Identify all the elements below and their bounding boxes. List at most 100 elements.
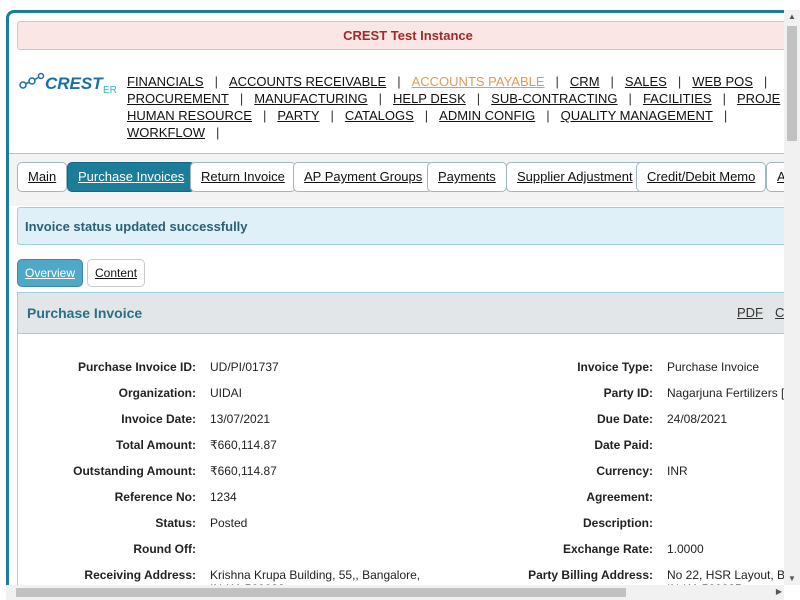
scroll-right-icon[interactable]: ▶: [776, 587, 782, 596]
menu-separator: |: [424, 108, 429, 123]
field-value: 1234: [210, 490, 237, 504]
tab-main[interactable]: Main: [17, 162, 68, 192]
instance-banner: CREST Test Instance: [17, 21, 799, 50]
menu-separator: |: [723, 108, 728, 123]
menu-separator: |: [239, 91, 244, 106]
menu-item-proje[interactable]: PROJE: [737, 91, 780, 106]
menu-item-procurement[interactable]: PROCUREMENT: [127, 91, 229, 106]
status-message: Invoice status updated successfully: [17, 207, 797, 245]
scroll-down-icon[interactable]: ▼: [788, 574, 796, 583]
field-label: Due Date:: [596, 412, 653, 426]
menu-item-human-resource[interactable]: HUMAN RESOURCE: [127, 108, 252, 123]
field-label: Party ID:: [603, 386, 653, 400]
tab-return-invoice[interactable]: Return Invoice: [190, 162, 296, 192]
menu-separator: |: [610, 74, 614, 89]
main-menu: FINANCIALS | ACCOUNTS RECEIVABLE | ACCOUNTS …: [127, 73, 800, 141]
field-label: Total Amount:: [116, 438, 196, 452]
menu-item-party[interactable]: PARTY: [277, 108, 319, 123]
tab-ap-payment-groups[interactable]: AP Payment Groups: [293, 162, 434, 192]
field-label: Status:: [155, 516, 196, 530]
menu-separator: |: [330, 108, 334, 123]
field-label: Purchase Invoice ID:: [77, 360, 196, 374]
menu-separator: |: [628, 91, 632, 106]
field-label: Currency:: [596, 464, 653, 478]
panel-title: Purchase Invoice: [27, 305, 143, 321]
horizontal-scroll-thumb[interactable]: [16, 588, 626, 597]
pdf-link[interactable]: PDF: [737, 293, 763, 333]
tab-payments[interactable]: Payments: [427, 162, 507, 192]
menu-item-accounts-receivable[interactable]: ACCOUNTS RECEIVABLE: [229, 74, 386, 89]
field-value: 24/08/2021: [667, 412, 728, 426]
tab-purchase-invoices[interactable]: Purchase Invoices: [67, 162, 196, 192]
menu-separator: |: [546, 108, 550, 123]
field-value: Posted: [210, 516, 248, 530]
field-label: Round Off:: [133, 542, 196, 556]
purchase-invoice-panel: Purchase Invoice PDF C Purchase Invoice …: [17, 292, 800, 588]
field-label: Reference No:: [114, 490, 196, 504]
menu-item-sales[interactable]: SALES: [625, 74, 667, 89]
field-value: INR: [667, 464, 688, 478]
crest-logo[interactable]: CREST ER: [19, 70, 119, 96]
vertical-scroll-thumb[interactable]: [787, 26, 797, 141]
field-value: ₹660,114.87: [210, 464, 277, 478]
menu-item-workflow[interactable]: WORKFLOW: [127, 125, 205, 140]
menu-item-catalogs[interactable]: CATALOGS: [345, 108, 414, 123]
menu-item-accounts-payable[interactable]: ACCOUNTS PAYABLE: [412, 74, 545, 89]
field-label: Organization:: [118, 386, 196, 400]
field-label: Receiving Address:: [84, 568, 196, 582]
field-label: Party Billing Address:: [528, 568, 653, 582]
tab-credit-debit-memo[interactable]: Credit/Debit Memo: [636, 162, 767, 192]
scroll-up-icon[interactable]: ▲: [788, 12, 796, 21]
field-label: Outstanding Amount:: [73, 464, 196, 478]
field-label: Agreement:: [586, 490, 653, 504]
svg-text:ER: ER: [103, 85, 117, 96]
menu-item-help-desk[interactable]: HELP DESK: [393, 91, 466, 106]
field-value: Purchase Invoice: [667, 360, 760, 374]
field-value: No 22, HSR Layout, B: [667, 568, 786, 582]
field-value: 1.0000: [667, 542, 704, 556]
menu-row: WORKFLOW |: [127, 124, 800, 141]
menu-separator: |: [378, 91, 383, 106]
menu-separator: |: [262, 108, 267, 123]
logo-mark-icon: CREST ER: [19, 72, 117, 96]
menu-separator: |: [476, 91, 481, 106]
menu-separator: |: [763, 74, 768, 89]
menu-separator: |: [555, 74, 559, 89]
menu-item-financials[interactable]: FINANCIALS: [127, 74, 204, 89]
field-value: 13/07/2021: [210, 412, 271, 426]
field-value: Krishna Krupa Building, 55,, Bangalore,: [210, 568, 421, 582]
tab-supplier-adjustment[interactable]: Supplier Adjustment: [506, 162, 644, 192]
menu-item-web-pos[interactable]: WEB POS: [692, 74, 753, 89]
menu-item-admin-config[interactable]: ADMIN CONFIG: [439, 108, 535, 123]
menu-item-quality-management[interactable]: QUALITY MANAGEMENT: [561, 108, 713, 123]
field-value: UIDAI: [210, 386, 243, 400]
vertical-scrollbar[interactable]: ▲ ▼: [784, 10, 800, 585]
svg-text:CREST: CREST: [45, 74, 104, 93]
module-tabs: Main Purchase Invoices Return Invoice AP Pa…: [9, 153, 800, 206]
menu-row: HUMAN RESOURCE | PARTY | CATALOGS | ADMIN CONF…: [127, 107, 800, 124]
panel-header: Purchase Invoice PDF C: [18, 293, 800, 334]
field-label: Description:: [582, 516, 653, 530]
field-label: Date Paid:: [594, 438, 653, 452]
subtab-content[interactable]: Content: [87, 259, 146, 287]
field-label: Invoice Type:: [577, 360, 653, 374]
field-label: Invoice Date:: [121, 412, 196, 426]
menu-separator: |: [397, 74, 401, 89]
field-value: ₹660,114.87: [210, 438, 277, 452]
field-value: Nagarjuna Fertilizers [: [667, 386, 785, 400]
menu-item-manufacturing[interactable]: MANUFACTURING: [254, 91, 367, 106]
menu-row: PROCUREMENT | MANUFACTURING | HELP DESK | SUB-…: [127, 90, 800, 107]
subtab-overview[interactable]: Overview: [17, 259, 84, 287]
more-link[interactable]: C: [775, 293, 784, 333]
menu-separator: |: [216, 125, 220, 140]
field-label: Exchange Rate:: [562, 542, 653, 556]
menu-item-facilities[interactable]: FACILITIES: [643, 91, 712, 106]
menu-item-sub-contracting[interactable]: SUB-CONTRACTING: [491, 91, 617, 106]
horizontal-scrollbar[interactable]: ▶: [6, 585, 784, 600]
app-frame: CREST Test Instance CREST ER FINANCIALS |…: [6, 10, 800, 588]
menu-separator: |: [677, 74, 682, 89]
menu-separator: |: [214, 74, 218, 89]
field-value: UD/PI/01737: [210, 360, 279, 374]
menu-separator: |: [722, 91, 726, 106]
menu-item-crm[interactable]: CRM: [570, 74, 600, 89]
